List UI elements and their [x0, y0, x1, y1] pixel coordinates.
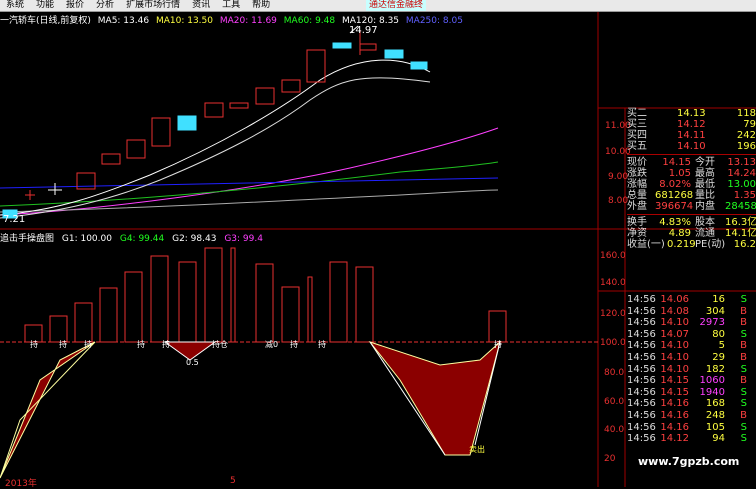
ind-axis-label: 140.0 [600, 278, 626, 288]
ind-bar [230, 247, 236, 343]
candle [126, 139, 146, 159]
ma60-label: MA60: 9.48 [283, 16, 336, 26]
stat-row: 涨幅 8.02% 最低 13.00 [627, 179, 756, 190]
ind-bar [307, 276, 313, 343]
table-row: 14:56 14.08 304 B [627, 305, 747, 317]
ind-axis-label: 160.0 [600, 251, 626, 261]
table-row: 14:56 14.10 182 S [627, 363, 747, 375]
candle [332, 42, 352, 49]
stat-row: 净资 4.89 流通 14.1亿 [627, 228, 756, 239]
signal-hold: 持 [162, 340, 170, 349]
table-row: 14:56 14.12 94 S [627, 433, 747, 445]
ind-fill-right [368, 340, 501, 456]
signal-reduce: 减0 [265, 340, 279, 349]
watermark: www.7gpzb.com [638, 455, 740, 468]
candle [101, 153, 121, 165]
g2-label: G2: 98.43 [172, 234, 217, 244]
stock-title[interactable]: 一汽轿车(日线,前复权) [0, 16, 91, 26]
signal-sell: 卖出 [469, 445, 485, 454]
candle [151, 117, 171, 147]
price-axis-label: 9.00 [608, 172, 629, 182]
bid-row: 买四 14.11 242 [627, 130, 756, 141]
ind-bar [150, 255, 169, 343]
ma250-line [0, 189, 499, 213]
ind-axis-label: 100.0 [600, 338, 626, 348]
ind-bar [488, 310, 507, 343]
ind-bar [355, 266, 374, 343]
table-row: 14:56 14.15 1940 S [627, 386, 747, 398]
high-price-label: 14.97 [349, 25, 378, 36]
stat-row: 外盘396674内盘284586 [627, 201, 756, 212]
signal-five: 0.5 [186, 358, 199, 367]
table-row: 14:56 14.15 1060 B [627, 375, 747, 387]
quote-panel: 买二 14.13 118 买三 14.12 79 买四 14.11 242 买五 14.10 1… [627, 108, 756, 250]
signal-hold: 持 [30, 340, 38, 349]
candles [2, 30, 428, 219]
ind-bar [329, 261, 348, 343]
stat-row: 总量 681268 量比 1.35 [627, 190, 756, 201]
table-row: 14:56 14.10 5 B [627, 340, 747, 352]
candle [255, 87, 275, 105]
candle [281, 79, 301, 93]
ind-fill-left [0, 341, 96, 479]
table-row: 14:56 14.10 29 B [627, 351, 747, 363]
ma20-label: MA20: 11.69 [219, 16, 277, 26]
signal-hold: 持 [59, 340, 67, 349]
stat-row: 涨跌 1.05 最高 14.24 [627, 168, 756, 179]
stat-row: 收益(一) 0.219 PE(动) 16.2 [627, 239, 756, 250]
table-row: 14:56 14.07 80 S [627, 328, 747, 340]
ind-bar [178, 261, 197, 343]
candle [410, 61, 428, 70]
table-row: 14:56 14.16 168 S [627, 398, 747, 410]
ind-axis-label: 40.0 [604, 425, 625, 435]
signal-hold: 持 [84, 340, 92, 349]
g1-label: G1: 100.00 [61, 234, 112, 244]
table-row: 14:56 14.10 2973 B [627, 317, 747, 329]
candle [384, 49, 404, 59]
stat-row: 换手 4.83% 股本 16.3亿 [627, 217, 756, 228]
ma10-label: MA10: 13.50 [155, 16, 213, 26]
ma-legend: 一汽轿车(日线,前复权) MA5: 13.46 MA10: 13.50 MA20… [0, 13, 467, 26]
ind-axis-label: 120.0 [600, 309, 626, 319]
table-row: 14:56 14.06 16 S [627, 294, 747, 305]
candle [177, 115, 197, 131]
ind-axis-label: 80.0 [604, 368, 625, 378]
tick-table[interactable]: 14:56 14.06 16 S 14:56 14.08 304 B 14:56 14.10 2… [627, 294, 756, 445]
ind-bar [255, 263, 274, 343]
ma250-label: MA250: 8.05 [405, 16, 463, 26]
ind-bar [124, 271, 143, 343]
signal-hold: 持 [318, 340, 326, 349]
bid-row: 买五 14.10 196 [627, 141, 756, 152]
signal-hold: 持 [137, 340, 145, 349]
signal-hold: 持 [290, 340, 298, 349]
date-label: 2013年 [5, 479, 37, 489]
candle [306, 49, 326, 83]
bid-row: 买三 14.12 79 [627, 119, 756, 130]
candle [204, 102, 224, 118]
ma60-line [0, 161, 499, 207]
price-axis-label: 8.00 [608, 196, 629, 206]
ma5-label: MA5: 13.46 [97, 16, 150, 26]
table-row: 14:56 14.16 105 S [627, 421, 747, 433]
indicator-title[interactable]: 追击手操盘图 [0, 234, 54, 244]
ind-bar [74, 302, 93, 343]
indicator-bars [24, 247, 507, 343]
date-label: 5 [230, 476, 236, 486]
stat-row: 现价 14.15 今开 13.13 [627, 157, 756, 168]
indicator-legend: 追击手操盘图 G1: 100.00 G4: 99.44 G2: 98.43 G3… [0, 231, 268, 244]
ind-axis-label: 60.0 [604, 397, 625, 407]
candle [229, 102, 249, 109]
signal-hold: 持 [494, 340, 502, 349]
g4-label: G4: 99.44 [119, 234, 165, 244]
ind-axis-label: 20 [604, 454, 616, 464]
low-price-label: 7.21 [3, 214, 26, 225]
ind-bar [99, 287, 118, 343]
g3-label: G3: 99.4 [224, 234, 263, 244]
table-row: 14:56 14.16 248 B [627, 409, 747, 421]
candle [359, 43, 377, 51]
ind-bar [281, 286, 300, 343]
ind-bar [204, 247, 223, 343]
bid-row: 买二 14.13 118 [627, 108, 756, 119]
signal-buy: 持仓 [212, 340, 228, 349]
